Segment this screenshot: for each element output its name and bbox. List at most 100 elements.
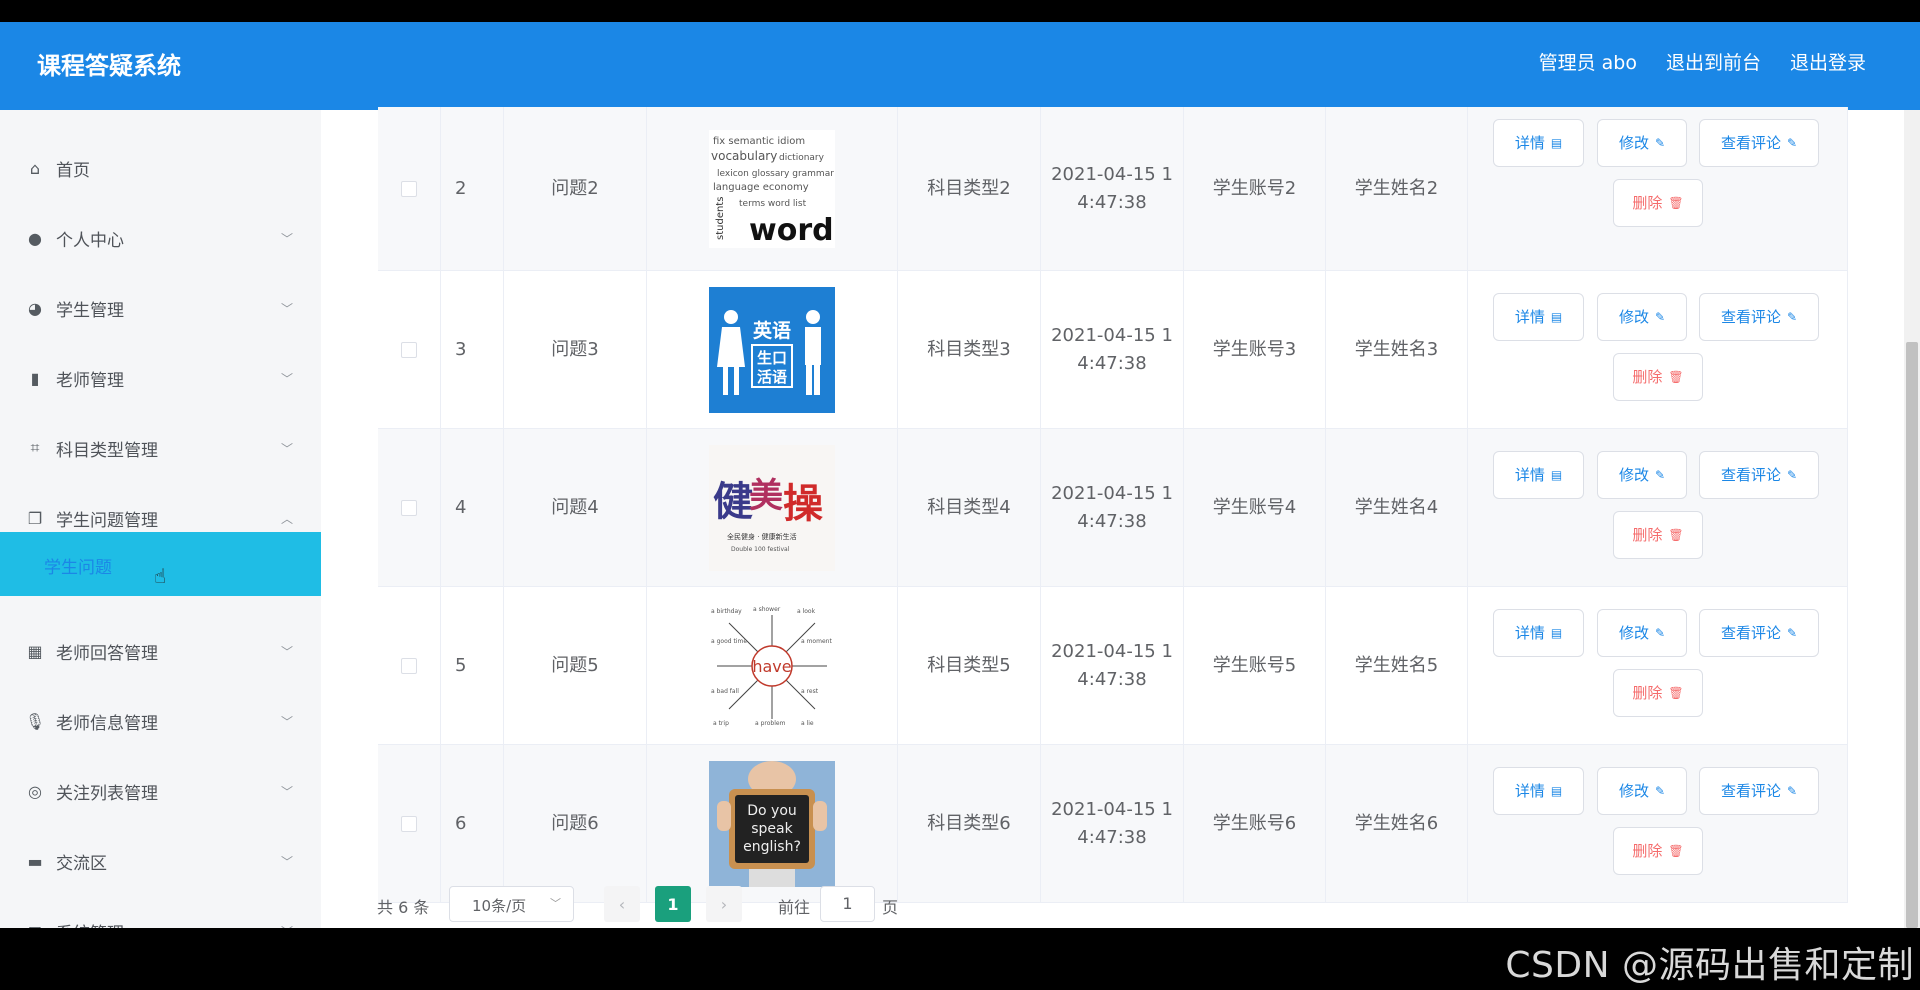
sidebar-item-personal-center[interactable]: ● 个人中心 ﹀ xyxy=(0,203,321,273)
admin-user-link[interactable]: 管理员 abo xyxy=(1539,48,1637,75)
edit-button[interactable]: 修改 ✎ xyxy=(1597,293,1687,341)
question-image: Do you speak english? xyxy=(709,760,835,887)
name-cell: 学生姓名6 xyxy=(1326,745,1468,902)
image-cell: fix semantic idiom vocabulary dictionary… xyxy=(647,107,898,270)
edit-button[interactable]: 修改 ✎ xyxy=(1597,609,1687,657)
detail-button[interactable]: 详情 ▤ xyxy=(1493,609,1584,657)
main-content: 2 问题2 fix semantic idiom vocabulary dict… xyxy=(351,107,1871,928)
document-icon: ▤ xyxy=(1550,310,1563,324)
detail-button[interactable]: 详情 ▤ xyxy=(1493,119,1584,167)
document-icon: ▤ xyxy=(1550,468,1563,482)
next-page-button[interactable]: › xyxy=(706,886,742,922)
pencil-icon: ✎ xyxy=(1654,310,1666,324)
account-cell: 学生账号4 xyxy=(1184,429,1326,586)
edit-button[interactable]: 修改 ✎ xyxy=(1597,451,1687,499)
account-cell: 学生账号3 xyxy=(1184,271,1326,428)
time-line2: 4:47:38 xyxy=(1077,191,1147,213)
time-cell: 2021-04-15 1 4:47:38 xyxy=(1041,107,1184,270)
table-row: 3 问题3 英语 生口 活语 科目类型3 2021-04-15 1 4:47:3… xyxy=(378,271,1848,429)
sidebar-item-system-mgmt[interactable]: ✉ 系统管理 ﹀ xyxy=(0,896,321,929)
sidebar-item-label: 老师回答管理 xyxy=(56,643,158,664)
watermark: CSDN @源码出售和定制 xyxy=(1505,945,1914,986)
sidebar-item-student-mgmt[interactable]: ◕ 学生管理 ﹀ xyxy=(0,273,321,343)
sidebar-item-teacher-mgmt[interactable]: ▮ 老师管理 ﹀ xyxy=(0,343,321,413)
page-size-select[interactable]: 10条/页 ﹀ xyxy=(449,886,574,922)
time-line1: 2021-04-15 1 xyxy=(1051,482,1173,504)
current-page-button[interactable]: 1 xyxy=(655,886,691,922)
title-cell: 问题6 xyxy=(504,745,647,902)
sidebar-item-forum[interactable]: ▬ 交流区 ﹀ xyxy=(0,826,321,896)
delete-button[interactable]: 删除 🗑 xyxy=(1613,669,1703,717)
crop-icon: ⌗ xyxy=(30,438,40,457)
edit-button[interactable]: 修改 ✎ xyxy=(1597,767,1687,815)
svg-text:生口: 生口 xyxy=(757,349,787,367)
chevron-down-icon: ﹀ xyxy=(281,231,294,246)
page-unit-label: 页 xyxy=(882,898,899,917)
hand-cursor-icon: ☝ xyxy=(154,564,167,588)
view-comments-button[interactable]: 查看评论 ✎ xyxy=(1699,609,1819,657)
pencil-icon: ✎ xyxy=(1786,626,1798,640)
sidebar-item-follow-list-mgmt[interactable]: ◎ 关注列表管理 ﹀ xyxy=(0,756,321,826)
index-cell: 2 xyxy=(441,107,504,270)
header-nav: 管理员 abo 退出到前台 退出登录 xyxy=(1539,48,1866,75)
table-row: 2 问题2 fix semantic idiom vocabulary dict… xyxy=(378,107,1848,271)
logout-link[interactable]: 退出登录 xyxy=(1790,48,1866,75)
goto-page-input[interactable]: 1 xyxy=(820,886,875,922)
edit-button[interactable]: 修改 ✎ xyxy=(1597,119,1687,167)
copy-icon: ❐ xyxy=(27,508,43,528)
app-window: 课程答疑系统 管理员 abo 退出到前台 退出登录 ⌂ 首页 ● 个人中心 ﹀ … xyxy=(0,22,1920,928)
pencil-icon: ✎ xyxy=(1786,468,1798,482)
view-comments-button[interactable]: 查看评论 ✎ xyxy=(1699,119,1819,167)
scrollbar-thumb[interactable] xyxy=(1906,342,1918,928)
sidebar-item-home[interactable]: ⌂ 首页 xyxy=(0,133,321,203)
subject-cell: 科目类型4 xyxy=(898,429,1041,586)
chevron-down-icon: ﹀ xyxy=(281,784,294,799)
row-checkbox[interactable] xyxy=(401,180,417,197)
view-comments-button[interactable]: 查看评论 ✎ xyxy=(1699,451,1819,499)
detail-button[interactable]: 详情 ▤ xyxy=(1493,293,1584,341)
delete-button[interactable]: 删除 🗑 xyxy=(1613,179,1703,227)
delete-button[interactable]: 删除 🗑 xyxy=(1613,511,1703,559)
sidebar-item-teacher-info-mgmt[interactable]: 🎙 老师信息管理 ﹀ xyxy=(0,686,321,756)
index-cell: 6 xyxy=(441,745,504,902)
subject-cell: 科目类型3 xyxy=(898,271,1041,428)
row-checkbox[interactable] xyxy=(401,815,417,832)
bulb-icon: ◕ xyxy=(28,298,42,318)
index-cell: 4 xyxy=(441,429,504,586)
sidebar-item-label: 学生管理 xyxy=(56,300,124,321)
time-line1: 2021-04-15 1 xyxy=(1051,163,1173,185)
prev-page-button[interactable]: ‹ xyxy=(604,886,640,922)
trash-icon: 🗑 xyxy=(1668,528,1684,542)
view-comments-button[interactable]: 查看评论 ✎ xyxy=(1699,293,1819,341)
detail-button[interactable]: 详情 ▤ xyxy=(1493,451,1584,499)
row-checkbox[interactable] xyxy=(401,499,417,516)
subject-cell: 科目类型2 xyxy=(898,107,1041,270)
pencil-icon: ✎ xyxy=(1654,136,1666,150)
exit-to-front-link[interactable]: 退出到前台 xyxy=(1666,48,1761,75)
detail-button[interactable]: 详情 ▤ xyxy=(1493,767,1584,815)
chevron-down-icon: ﹀ xyxy=(281,644,294,659)
row-checkbox[interactable] xyxy=(401,657,417,674)
row-checkbox[interactable] xyxy=(401,341,417,358)
sidebar-item-label: 首页 xyxy=(56,160,90,181)
svg-text:fix semantic idiom: fix semantic idiom xyxy=(713,136,805,147)
svg-text:美: 美 xyxy=(749,476,783,516)
svg-text:a shower: a shower xyxy=(753,606,781,613)
svg-text:a trip: a trip xyxy=(713,720,729,727)
delete-button[interactable]: 删除 🗑 xyxy=(1613,353,1703,401)
view-comments-button[interactable]: 查看评论 ✎ xyxy=(1699,767,1819,815)
time-cell: 2021-04-15 1 4:47:38 xyxy=(1041,271,1184,428)
sidebar-item-subject-type-mgmt[interactable]: ⌗ 科目类型管理 ﹀ xyxy=(0,413,321,483)
image-cell: 英语 生口 活语 xyxy=(647,271,898,428)
name-cell: 学生姓名5 xyxy=(1326,587,1468,744)
svg-text:lexicon glossary grammar: lexicon glossary grammar xyxy=(717,169,834,179)
sidebar-item-teacher-answer-mgmt[interactable]: ▦ 老师回答管理 ﹀ xyxy=(0,616,321,686)
delete-button[interactable]: 删除 🗑 xyxy=(1613,827,1703,875)
svg-text:a birthday: a birthday xyxy=(711,608,742,615)
image-cell: have a birthday a shower a look a good tim… xyxy=(647,587,898,744)
svg-text:Double 100 festival: Double 100 festival xyxy=(731,546,790,553)
question-image: have a birthday a shower a look a good tim… xyxy=(709,602,835,729)
sidebar-item-label: 科目类型管理 xyxy=(56,440,158,461)
title-cell: 问题2 xyxy=(504,107,647,270)
question-image: 英语 生口 活语 xyxy=(709,286,835,413)
